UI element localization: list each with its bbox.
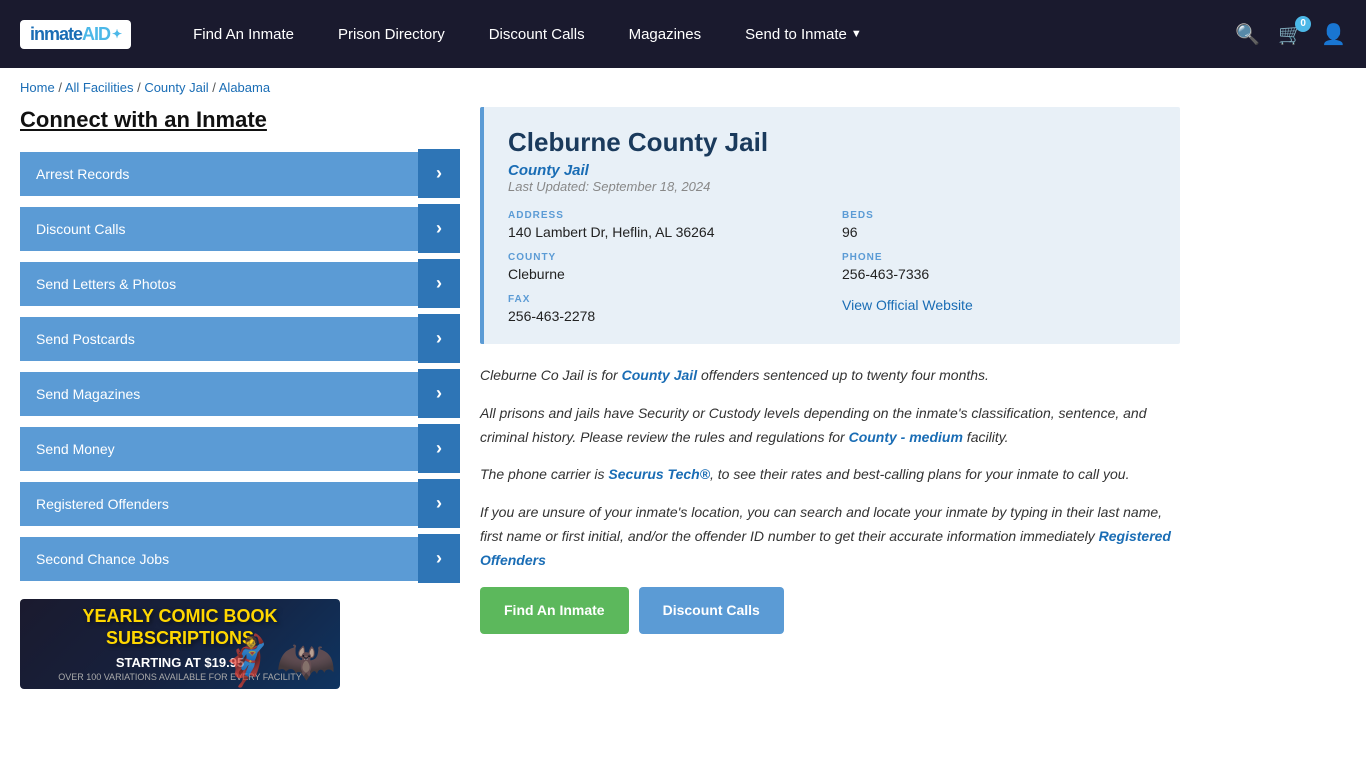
bottom-buttons: Find An Inmate Discount Calls — [480, 587, 1180, 635]
facility-name: Cleburne County Jail — [508, 127, 1156, 158]
send-to-inmate-dropdown-icon: ▼ — [851, 28, 862, 40]
logo-aid: AID — [82, 24, 110, 45]
sidebar-item-send-postcards-arrow-icon: › — [418, 314, 460, 363]
fax-label: FAX — [508, 294, 822, 305]
nav-icon-group: 🔍 🛒 0 👤 — [1235, 22, 1346, 47]
desc-para-1: Cleburne Co Jail is for County Jail offe… — [480, 364, 1180, 388]
main-layout: Connect with an Inmate Arrest Records › … — [0, 107, 1200, 719]
breadcrumb: Home / All Facilities / County Jail / Al… — [0, 68, 1366, 107]
desc-para-3-after: , to see their rates and best-calling pl… — [710, 466, 1129, 482]
sidebar-item-send-letters-arrow-icon: › — [418, 259, 460, 308]
sidebar-item-discount-calls-arrow-icon: › — [418, 204, 460, 253]
main-nav: inmateAID ✦ Find An Inmate Prison Direct… — [0, 0, 1366, 68]
desc-para-1-after: offenders sentenced up to twenty four mo… — [697, 367, 989, 383]
facility-details: ADDRESS 140 Lambert Dr, Heflin, AL 36264… — [508, 210, 1156, 324]
desc-para-2-after: facility. — [963, 429, 1009, 445]
breadcrumb-alabama[interactable]: Alabama — [219, 80, 270, 95]
desc-para-2: All prisons and jails have Security or C… — [480, 402, 1180, 450]
sidebar-item-registered-offenders-label: Registered Offenders — [20, 482, 418, 526]
sidebar-ad[interactable]: YEARLY COMIC BOOKSUBSCRIPTIONS STARTING … — [20, 599, 340, 689]
breadcrumb-home[interactable]: Home — [20, 80, 55, 95]
main-content: Cleburne County Jail County Jail Last Up… — [480, 107, 1180, 689]
sidebar-item-registered-offenders[interactable]: Registered Offenders › — [20, 479, 460, 528]
sidebar-item-send-magazines-label: Send Magazines — [20, 372, 418, 416]
desc-county-jail-link[interactable]: County Jail — [622, 367, 697, 383]
website-group: View Official Website — [842, 294, 1156, 324]
logo-text: inmate — [30, 24, 82, 45]
sidebar-item-arrest-records[interactable]: Arrest Records › — [20, 149, 460, 198]
phone-group: PHONE 256-463-7336 — [842, 252, 1156, 282]
sidebar-item-send-postcards-label: Send Postcards — [20, 317, 418, 361]
sidebar-item-second-chance-jobs[interactable]: Second Chance Jobs › — [20, 534, 460, 583]
user-button[interactable]: 👤 — [1321, 22, 1346, 47]
breadcrumb-county-jail[interactable]: County Jail — [144, 80, 208, 95]
cart-badge: 0 — [1295, 16, 1311, 32]
sidebar-item-send-money-arrow-icon: › — [418, 424, 460, 473]
sidebar-item-arrest-records-label: Arrest Records — [20, 152, 418, 196]
sidebar-item-arrest-records-arrow-icon: › — [418, 149, 460, 198]
beds-group: BEDS 96 — [842, 210, 1156, 240]
desc-para-4: If you are unsure of your inmate's locat… — [480, 501, 1180, 572]
sidebar-ad-hero-icon: 🦸🦇 — [216, 632, 336, 689]
nav-send-to-inmate[interactable]: Send to Inmate ▼ — [723, 0, 884, 68]
search-button[interactable]: 🔍 — [1235, 22, 1260, 47]
fax-group: FAX 256-463-2278 — [508, 294, 822, 324]
sidebar-item-discount-calls-label: Discount Calls — [20, 207, 418, 251]
nav-discount-calls[interactable]: Discount Calls — [467, 0, 607, 68]
sidebar-item-second-chance-jobs-label: Second Chance Jobs — [20, 537, 418, 581]
phone-value: 256-463-7336 — [842, 266, 1156, 282]
desc-county-medium-link[interactable]: County - medium — [849, 429, 963, 445]
sidebar: Connect with an Inmate Arrest Records › … — [20, 107, 460, 689]
facility-description: Cleburne Co Jail is for County Jail offe… — [480, 364, 1180, 634]
nav-prison-directory[interactable]: Prison Directory — [316, 0, 467, 68]
discount-calls-button[interactable]: Discount Calls — [639, 587, 784, 635]
facility-type: County Jail — [508, 162, 1156, 179]
nav-links: Find An Inmate Prison Directory Discount… — [171, 0, 1235, 68]
desc-para-3: The phone carrier is Securus Tech®, to s… — [480, 463, 1180, 487]
sidebar-item-send-postcards[interactable]: Send Postcards › — [20, 314, 460, 363]
sidebar-item-send-money[interactable]: Send Money › — [20, 424, 460, 473]
logo-bird-icon: ✦ — [112, 27, 121, 41]
nav-find-inmate[interactable]: Find An Inmate — [171, 0, 316, 68]
sidebar-item-send-money-label: Send Money — [20, 427, 418, 471]
sidebar-item-discount-calls[interactable]: Discount Calls › — [20, 204, 460, 253]
desc-securus-link[interactable]: Securus Tech® — [608, 466, 710, 482]
sidebar-item-send-magazines[interactable]: Send Magazines › — [20, 369, 460, 418]
county-group: COUNTY Cleburne — [508, 252, 822, 282]
find-inmate-button[interactable]: Find An Inmate — [480, 587, 629, 635]
desc-para-1-before: Cleburne Co Jail is for — [480, 367, 622, 383]
cart-button[interactable]: 🛒 0 — [1278, 22, 1303, 47]
breadcrumb-all-facilities[interactable]: All Facilities — [65, 80, 134, 95]
logo[interactable]: inmateAID ✦ — [20, 20, 131, 49]
county-label: COUNTY — [508, 252, 822, 263]
facility-updated: Last Updated: September 18, 2024 — [508, 179, 1156, 194]
address-value: 140 Lambert Dr, Heflin, AL 36264 — [508, 224, 822, 240]
sidebar-item-registered-offenders-arrow-icon: › — [418, 479, 460, 528]
phone-label: PHONE — [842, 252, 1156, 263]
address-label: ADDRESS — [508, 210, 822, 221]
facility-card: Cleburne County Jail County Jail Last Up… — [480, 107, 1180, 344]
sidebar-title: Connect with an Inmate — [20, 107, 460, 133]
desc-para-2-text: All prisons and jails have Security or C… — [480, 405, 1147, 445]
desc-para-4-text: If you are unsure of your inmate's locat… — [480, 504, 1162, 544]
sidebar-item-send-magazines-arrow-icon: › — [418, 369, 460, 418]
website-link[interactable]: View Official Website — [842, 297, 973, 313]
sidebar-item-send-letters-label: Send Letters & Photos — [20, 262, 418, 306]
beds-label: BEDS — [842, 210, 1156, 221]
beds-value: 96 — [842, 224, 1156, 240]
address-group: ADDRESS 140 Lambert Dr, Heflin, AL 36264 — [508, 210, 822, 240]
sidebar-item-second-chance-jobs-arrow-icon: › — [418, 534, 460, 583]
nav-magazines[interactable]: Magazines — [607, 0, 724, 68]
desc-para-3-before: The phone carrier is — [480, 466, 608, 482]
county-value: Cleburne — [508, 266, 822, 282]
sidebar-item-send-letters[interactable]: Send Letters & Photos › — [20, 259, 460, 308]
fax-value: 256-463-2278 — [508, 308, 822, 324]
